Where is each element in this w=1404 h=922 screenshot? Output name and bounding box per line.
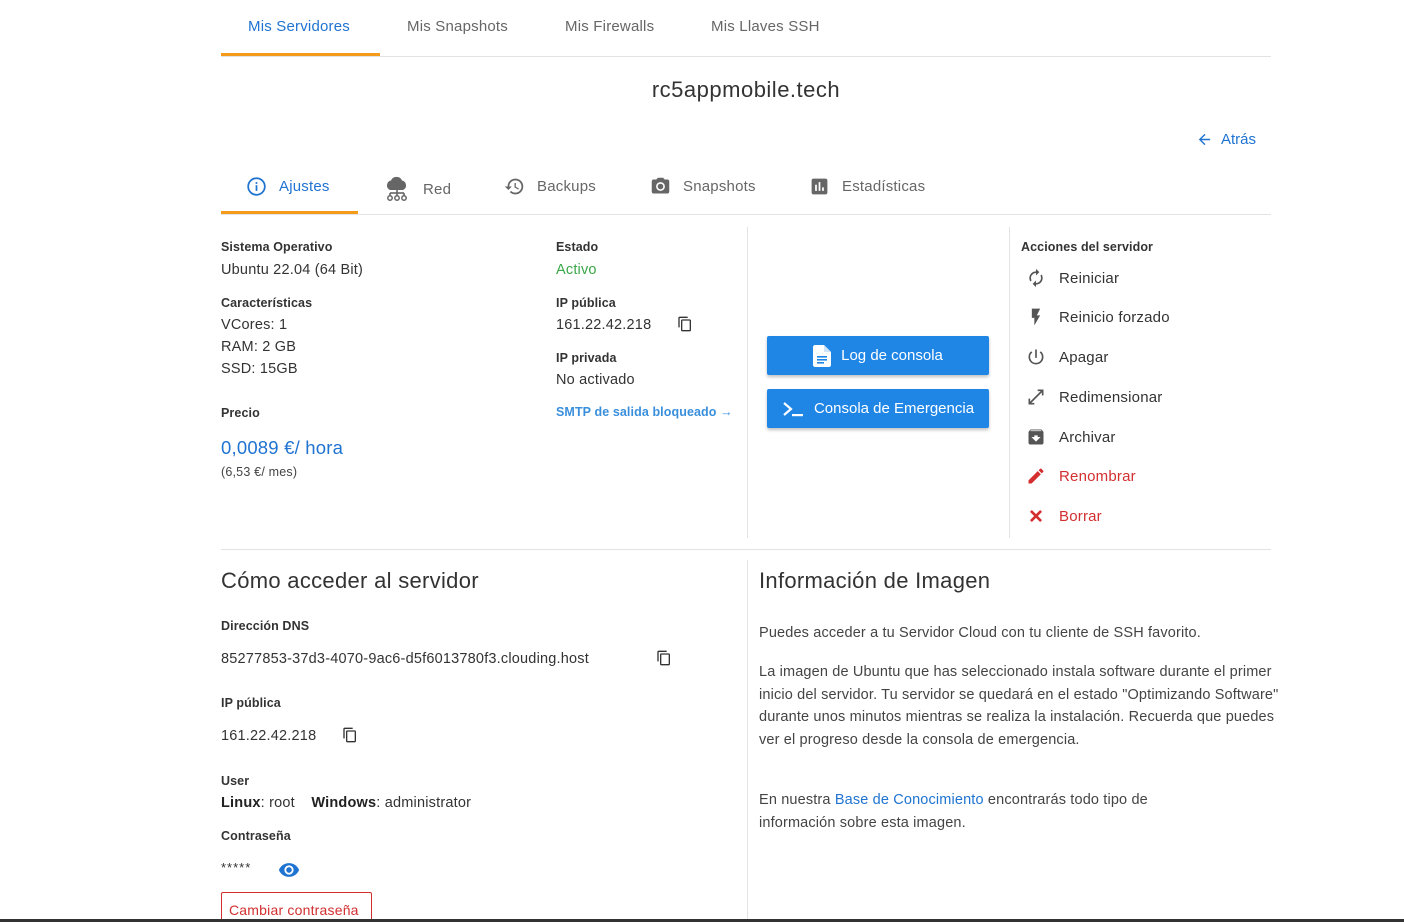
console-log-button[interactable]: Log de consola xyxy=(767,336,989,375)
archive-action[interactable]: Archivar xyxy=(1024,425,1116,449)
restart-action[interactable]: Reiniciar xyxy=(1024,266,1119,290)
info-icon xyxy=(246,176,267,197)
restart-icon xyxy=(1024,266,1048,290)
public-ip-value: 161.22.42.218 xyxy=(556,317,652,333)
divider xyxy=(747,227,748,538)
divider xyxy=(221,56,1271,57)
price-hour: 0,0089 €/ hora xyxy=(221,437,344,458)
arrow-left-icon xyxy=(1196,131,1213,148)
dns-label: Dirección DNS xyxy=(221,619,310,633)
delete-label: Borrar xyxy=(1059,507,1102,525)
force-restart-action[interactable]: Reinicio forzado xyxy=(1024,305,1170,329)
access-ip-label: IP pública xyxy=(221,696,281,710)
windows-user: : administrator xyxy=(376,795,472,811)
tab-estadisticas-label: Estadísticas xyxy=(842,178,926,195)
divider xyxy=(747,560,748,922)
smtp-link[interactable]: SMTP de salida bloqueado → xyxy=(556,405,733,419)
user-values: Linux: root Windows: administrator xyxy=(221,795,471,811)
paragraph-text: En nuestra xyxy=(759,792,835,808)
features-label: Características xyxy=(221,296,313,310)
resize-label: Redimensionar xyxy=(1059,388,1163,406)
emergency-console-button[interactable]: Consola de Emergencia xyxy=(767,389,989,428)
ssd-value: SSD: 15GB xyxy=(221,361,298,377)
archive-label: Archivar xyxy=(1059,428,1116,446)
tab-mis-servidores[interactable]: Mis Servidores xyxy=(248,18,350,35)
tab-mis-firewalls[interactable]: Mis Firewalls xyxy=(565,18,654,35)
archive-icon xyxy=(1024,425,1048,449)
knowledge-base-link[interactable]: Base de Conocimiento xyxy=(835,792,984,808)
tab-backups-label: Backups xyxy=(537,178,596,195)
linux-user: : root xyxy=(260,795,295,811)
ram-value: RAM: 2 GB xyxy=(221,339,297,355)
resize-icon xyxy=(1024,385,1048,409)
os-value: Ubuntu 22.04 (64 Bit) xyxy=(221,262,364,278)
tab-backups[interactable]: Backups xyxy=(504,176,596,197)
copy-icon[interactable] xyxy=(677,316,693,332)
rename-action[interactable]: Renombrar xyxy=(1024,464,1136,488)
eye-icon[interactable] xyxy=(278,859,300,881)
history-icon xyxy=(504,176,525,197)
divider xyxy=(1009,227,1010,538)
terminal-icon xyxy=(782,400,804,418)
lightning-icon xyxy=(1024,305,1048,329)
status-badge: Activo xyxy=(556,262,597,278)
password-value: ***** xyxy=(221,860,252,875)
shutdown-action[interactable]: Apagar xyxy=(1024,345,1109,369)
bar-chart-icon xyxy=(809,176,830,197)
private-ip-label: IP privada xyxy=(556,351,617,365)
access-title: Cómo acceder al servidor xyxy=(221,568,479,593)
page-title: rc5appmobile.tech xyxy=(651,77,841,102)
divider xyxy=(221,549,1271,550)
server-actions-title: Acciones del servidor xyxy=(1021,240,1154,254)
shutdown-label: Apagar xyxy=(1059,348,1109,366)
emergency-console-label: Consola de Emergencia xyxy=(813,400,975,417)
vcores-value: VCores: 1 xyxy=(221,317,288,333)
image-info-title: Información de Imagen xyxy=(759,568,991,593)
delete-action[interactable]: Borrar xyxy=(1024,504,1102,528)
access-ip-value: 161.22.42.218 xyxy=(221,728,317,744)
tab-red[interactable]: Red xyxy=(383,176,451,202)
public-ip-label: IP pública xyxy=(556,296,616,310)
tab-ajustes[interactable]: Ajustes xyxy=(246,176,330,197)
tab-estadisticas[interactable]: Estadísticas xyxy=(809,176,925,197)
close-icon xyxy=(1024,504,1048,528)
copy-icon[interactable] xyxy=(342,727,358,743)
image-info-paragraph-2: La imagen de Ubuntu que has seleccionado… xyxy=(759,664,1279,748)
back-label: Atrás xyxy=(1221,131,1257,148)
restart-label: Reiniciar xyxy=(1059,269,1120,287)
back-link[interactable]: Atrás xyxy=(1196,131,1256,148)
network-icon xyxy=(383,176,411,202)
price-month: (6,53 €/ mes) xyxy=(221,465,298,479)
windows-label: Windows xyxy=(311,795,377,811)
private-ip-value: No activado xyxy=(556,372,635,388)
state-label: Estado xyxy=(556,240,599,254)
user-label: User xyxy=(221,774,250,788)
price-label: Precio xyxy=(221,406,260,420)
tab-red-label: Red xyxy=(423,180,452,198)
tab-mis-llaves-ssh[interactable]: Mis Llaves SSH xyxy=(711,18,820,35)
dns-value: 85277853-37d3-4070-9ac6-d5f6013780f3.clo… xyxy=(221,651,589,667)
linux-label: Linux xyxy=(221,795,261,811)
camera-icon xyxy=(650,176,671,197)
divider xyxy=(221,214,1271,215)
power-icon xyxy=(1024,345,1048,369)
resize-action[interactable]: Redimensionar xyxy=(1024,385,1162,409)
rename-label: Renombrar xyxy=(1059,467,1136,485)
password-label: Contraseña xyxy=(221,829,291,843)
tab-snapshots[interactable]: Snapshots xyxy=(650,176,756,197)
console-log-label: Log de consola xyxy=(841,347,943,364)
image-info-paragraph-1: Puedes acceder a tu Servidor Cloud con t… xyxy=(759,625,1201,641)
force-restart-label: Reinicio forzado xyxy=(1059,308,1170,326)
document-icon xyxy=(813,344,832,367)
tab-ajustes-label: Ajustes xyxy=(279,178,330,195)
change-password-button[interactable]: Cambiar contraseña xyxy=(221,892,372,922)
image-info-paragraph-3: En nuestra Base de Conocimiento encontra… xyxy=(759,789,1209,834)
tab-mis-snapshots[interactable]: Mis Snapshots xyxy=(407,18,508,35)
pencil-icon xyxy=(1024,464,1048,488)
copy-icon[interactable] xyxy=(656,650,672,666)
os-label: Sistema Operativo xyxy=(221,240,333,254)
tab-snapshots-label: Snapshots xyxy=(683,178,756,195)
